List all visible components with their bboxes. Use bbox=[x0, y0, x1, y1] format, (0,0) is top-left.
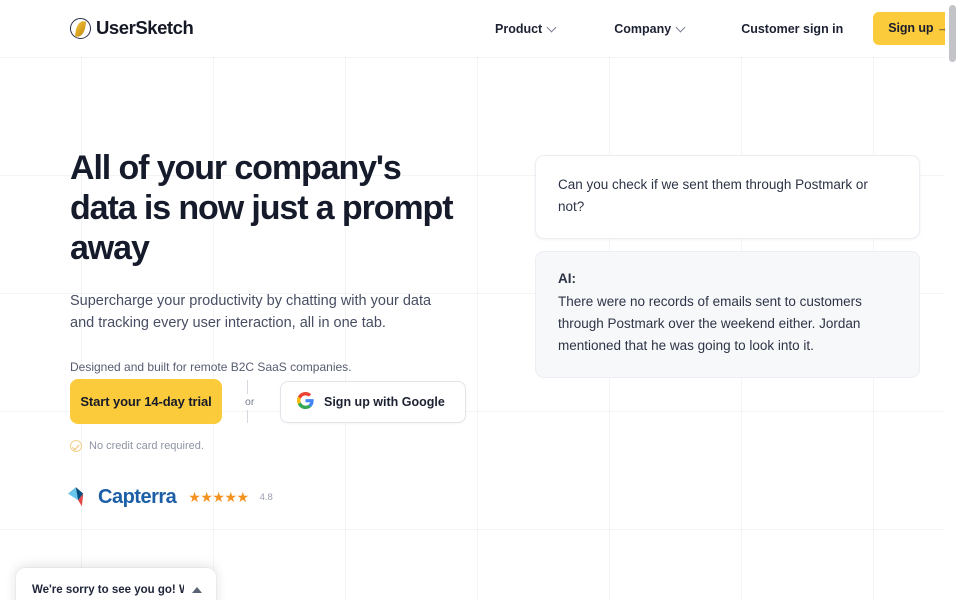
feedback-survey-widget[interactable]: We're sorry to see you go! Wha… bbox=[16, 568, 216, 600]
star-icon: ★ bbox=[212, 489, 225, 505]
no-credit-card-text: No credit card required. bbox=[89, 440, 204, 452]
hero-copy: All of your company's data is now just a… bbox=[70, 148, 490, 376]
caret-up-icon[interactable] bbox=[192, 587, 202, 593]
nav-item-product[interactable]: Product bbox=[495, 22, 557, 36]
landing-page: UserSketch Product Company Customer sign… bbox=[0, 0, 960, 600]
hero-subheadline: Supercharge your productivity by chattin… bbox=[70, 293, 432, 331]
nav-item-company-label: Company bbox=[614, 21, 672, 36]
star-icon: ★ bbox=[224, 489, 237, 505]
star-icon: ★ bbox=[188, 489, 201, 505]
star-icon: ★ bbox=[236, 489, 250, 505]
cta-or-label: or bbox=[242, 394, 258, 410]
signup-with-google-button[interactable]: Sign up with Google bbox=[280, 380, 466, 423]
check-circle-icon bbox=[70, 440, 82, 452]
capterra-wordmark: Capterra bbox=[98, 485, 177, 508]
nav-item-company[interactable]: Company bbox=[614, 22, 686, 36]
star-icon: ★ bbox=[200, 489, 213, 505]
chat-ai-label: AI: bbox=[558, 271, 576, 286]
capterra-rating-badge[interactable]: Capterra ★ ★ ★ ★ ★ 4.8 bbox=[66, 484, 273, 510]
capterra-arrow-icon bbox=[66, 484, 92, 510]
hero-tagline: Designed and built for remote B2C SaaS c… bbox=[70, 360, 352, 374]
signup-with-google-label: Sign up with Google bbox=[324, 394, 445, 409]
hero-cta-row: Start your 14-day trial or Sign up with … bbox=[70, 379, 466, 424]
nav-item-customer-sign-in-label: Customer sign in bbox=[741, 21, 844, 36]
page-title: All of your company's data is now just a… bbox=[70, 149, 454, 267]
cta-divider: or bbox=[242, 380, 258, 423]
no-credit-card-note: No credit card required. bbox=[70, 440, 204, 452]
brand-logo[interactable]: UserSketch bbox=[70, 17, 194, 39]
page-scrollbar-thumb[interactable] bbox=[949, 5, 956, 62]
usersketch-circle-leaf-icon bbox=[70, 17, 91, 39]
nav-item-product-label: Product bbox=[495, 21, 543, 36]
page-scrollbar[interactable] bbox=[945, 0, 960, 600]
main-navigation: Product Company Customer sign in Sign up… bbox=[495, 0, 960, 57]
star-rating: ★ ★ ★ ★ ★ bbox=[188, 489, 250, 505]
chevron-down-icon bbox=[548, 24, 557, 33]
chat-bubble-ai: AI: There were no records of emails sent… bbox=[535, 251, 920, 378]
chat-bubble-user: Can you check if we sent them through Po… bbox=[535, 155, 920, 239]
chat-ai-message: There were no records of emails sent to … bbox=[558, 294, 862, 353]
google-g-icon bbox=[297, 391, 314, 412]
nav-item-customer-sign-in[interactable]: Customer sign in bbox=[741, 22, 843, 36]
site-header: UserSketch Product Company Customer sign… bbox=[0, 0, 960, 57]
chevron-down-icon bbox=[677, 24, 686, 33]
feedback-survey-text: We're sorry to see you go! Wha… bbox=[32, 584, 184, 596]
brand-name: UserSketch bbox=[96, 17, 194, 38]
rating-value: 4.8 bbox=[259, 491, 273, 503]
start-trial-button[interactable]: Start your 14-day trial bbox=[70, 379, 222, 424]
chat-preview: Can you check if we sent them through Po… bbox=[535, 155, 920, 378]
chat-user-message: Can you check if we sent them through Po… bbox=[558, 177, 868, 214]
